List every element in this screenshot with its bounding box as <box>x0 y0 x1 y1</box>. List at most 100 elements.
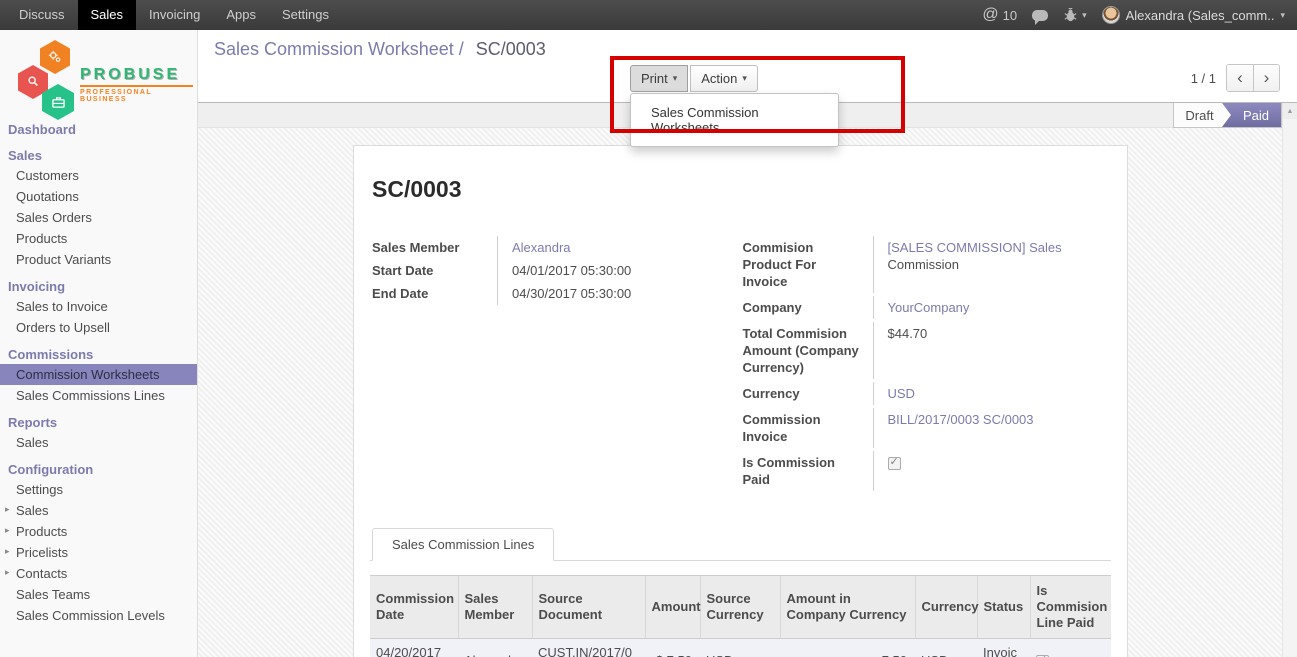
sidebar-header-invoicing[interactable]: Invoicing <box>0 277 197 296</box>
cell-source-currency: USD <box>700 639 780 657</box>
start-date-value: 04/01/2017 05:30:00 <box>498 259 631 282</box>
print-caret-icon: ▾ <box>673 73 678 84</box>
expand-caret-icon: ▸ <box>5 546 10 557</box>
sidebar-item-label: Sales <box>16 503 49 518</box>
col-currency: Currency <box>915 576 977 639</box>
chat-bubble-icon[interactable] <box>1032 10 1048 21</box>
expand-caret-icon: ▸ <box>5 525 10 536</box>
sidebar-item-config-products[interactable]: ▸Products <box>0 521 197 542</box>
field-end-date: End Date 04/30/2017 05:30:00 <box>370 282 741 305</box>
user-name: Alexandra (Sales_comm.. <box>1126 8 1275 23</box>
cell-source: CUST.IN/2017/0001 <box>532 639 645 657</box>
sidebar-item-quotations[interactable]: Quotations <box>0 186 197 207</box>
sidebar-header-configuration[interactable]: Configuration <box>0 460 197 479</box>
vertical-scrollbar[interactable]: ▲ <box>1282 103 1297 657</box>
sidebar-header-sales[interactable]: Sales <box>0 146 197 165</box>
mention-counter[interactable]: @ 10 <box>982 6 1017 24</box>
commission-lines-table: Commission Date Sales Member Source Docu… <box>370 575 1111 657</box>
sidebar-item-dashboard[interactable]: Dashboard <box>0 120 197 139</box>
sidebar-item-orders-to-upsell[interactable]: Orders to Upsell <box>0 317 197 338</box>
sidebar-header-commissions[interactable]: Commissions <box>0 345 197 364</box>
field-label: Total Commision Amount (Company Currency… <box>741 322 874 379</box>
logo-title: PROBUSE <box>80 66 193 84</box>
table-row[interactable]: 04/20/2017 05:30:00 Alexandra CUST.IN/20… <box>370 639 1111 657</box>
total-commission-value: $44.70 <box>874 322 928 379</box>
print-button[interactable]: Print ▾ <box>630 65 688 92</box>
sidebar-item-sales-to-invoice[interactable]: Sales to Invoice <box>0 296 197 317</box>
action-caret-icon: ▾ <box>742 73 747 84</box>
field-total-commission: Total Commision Amount (Company Currency… <box>741 322 1112 379</box>
sidebar-item-sales-teams[interactable]: Sales Teams <box>0 584 197 605</box>
field-company: Company YourCompany <box>741 296 1112 319</box>
sidebar-item-sales-orders[interactable]: Sales Orders <box>0 207 197 228</box>
sidebar-item-sales-commission-levels[interactable]: Sales Commission Levels <box>0 605 197 626</box>
field-label: End Date <box>370 282 498 305</box>
is-paid-checkbox[interactable]: ✓ <box>888 457 901 470</box>
field-commission-invoice: Commission Invoice BILL/2017/0003 SC/000… <box>741 408 1112 448</box>
sidebar-item-config-sales[interactable]: ▸Sales <box>0 500 197 521</box>
chevron-right-icon: › <box>1264 68 1270 88</box>
sidebar-item-contacts[interactable]: ▸Contacts <box>0 563 197 584</box>
bug-icon <box>1063 8 1078 23</box>
user-caret-icon: ▾ <box>1280 10 1285 21</box>
cell-status: Invoiced <box>977 639 1030 657</box>
sidebar-item-product-variants[interactable]: Product Variants <box>0 249 197 270</box>
table-header-row: Commission Date Sales Member Source Docu… <box>370 576 1111 639</box>
sidebar-item-reports-sales[interactable]: Sales <box>0 432 197 453</box>
pager-counter: 1 / 1 <box>1191 71 1216 86</box>
menu-apps[interactable]: Apps <box>213 0 269 30</box>
menu-sales[interactable]: Sales <box>78 0 137 30</box>
breadcrumb: Sales Commission Worksheet / SC/0003 <box>214 39 546 60</box>
user-menu[interactable]: Alexandra (Sales_comm.. ▾ <box>1102 6 1285 24</box>
status-draft[interactable]: Draft <box>1174 103 1231 127</box>
breadcrumb-current: SC/0003 <box>476 39 546 59</box>
breadcrumb-parent-link[interactable]: Sales Commission Worksheet / <box>214 39 464 59</box>
field-commission-product: Commision Product For Invoice [SALES COM… <box>741 236 1112 293</box>
mention-count: 10 <box>1003 8 1017 23</box>
field-label: Sales Member <box>370 236 498 259</box>
commission-product-link[interactable]: [SALES COMMISSION] Sales <box>888 240 1062 255</box>
form-sheet: SC/0003 Sales Member Alexandra Start Dat… <box>353 145 1128 657</box>
sales-member-link[interactable]: Alexandra <box>512 240 571 255</box>
content-body: SC/0003 Sales Member Alexandra Start Dat… <box>198 128 1297 657</box>
tab-sales-commission-lines[interactable]: Sales Commission Lines <box>372 528 554 561</box>
sidebar-item-label: Pricelists <box>16 545 68 560</box>
field-label: Start Date <box>370 259 498 282</box>
sidebar-item-customers[interactable]: Customers <box>0 165 197 186</box>
check-icon: ✓ <box>1038 652 1047 657</box>
avatar <box>1102 6 1120 24</box>
sidebar-item-products[interactable]: Products <box>0 228 197 249</box>
company-link[interactable]: YourCompany <box>888 300 970 315</box>
scroll-up-arrow-icon[interactable]: ▲ <box>1283 103 1297 119</box>
action-button-label: Action <box>701 71 737 86</box>
pager-previous-button[interactable]: ‹ <box>1227 65 1253 91</box>
print-button-label: Print <box>641 71 668 86</box>
col-is-commission-line-paid: Is Commision Line Paid <box>1030 576 1111 639</box>
mention-icon: @ <box>982 6 998 24</box>
sidebar-item-sales-commissions-lines[interactable]: Sales Commissions Lines <box>0 385 197 406</box>
cell-amount: $ 7.50 <box>645 639 700 657</box>
check-icon: ✓ <box>890 454 899 471</box>
col-amount-company-currency: Amount in Company Currency <box>780 576 915 639</box>
sidebar-item-settings[interactable]: Settings <box>0 479 197 500</box>
debug-menu[interactable]: ▾ <box>1063 8 1087 23</box>
record-title: SC/0003 <box>372 176 1111 203</box>
action-button[interactable]: Action ▾ <box>690 65 758 92</box>
print-dropdown-menu: Sales Commission Worksheets <box>630 93 839 147</box>
sidebar-item-commission-worksheets[interactable]: Commission Worksheets <box>0 364 197 385</box>
currency-link[interactable]: USD <box>888 386 915 401</box>
topbar-menus: Discuss Sales Invoicing Apps Settings <box>0 0 342 30</box>
field-label: Commission Invoice <box>741 408 874 448</box>
sidebar-item-pricelists[interactable]: ▸ Pricelists <box>0 542 197 563</box>
menu-invoicing[interactable]: Invoicing <box>136 0 213 30</box>
cell-currency: USD <box>915 639 977 657</box>
logo-hexagons <box>16 40 80 118</box>
menu-discuss[interactable]: Discuss <box>6 0 78 30</box>
sidebar-header-reports[interactable]: Reports <box>0 413 197 432</box>
pager-next-button[interactable]: › <box>1253 65 1279 91</box>
statusbar: Draft Paid <box>1173 103 1282 128</box>
commission-invoice-link[interactable]: BILL/2017/0003 SC/0003 <box>888 412 1034 427</box>
menu-settings[interactable]: Settings <box>269 0 342 30</box>
dropdown-item-sales-commission-worksheets[interactable]: Sales Commission Worksheets <box>631 99 838 141</box>
col-sales-member: Sales Member <box>458 576 532 639</box>
